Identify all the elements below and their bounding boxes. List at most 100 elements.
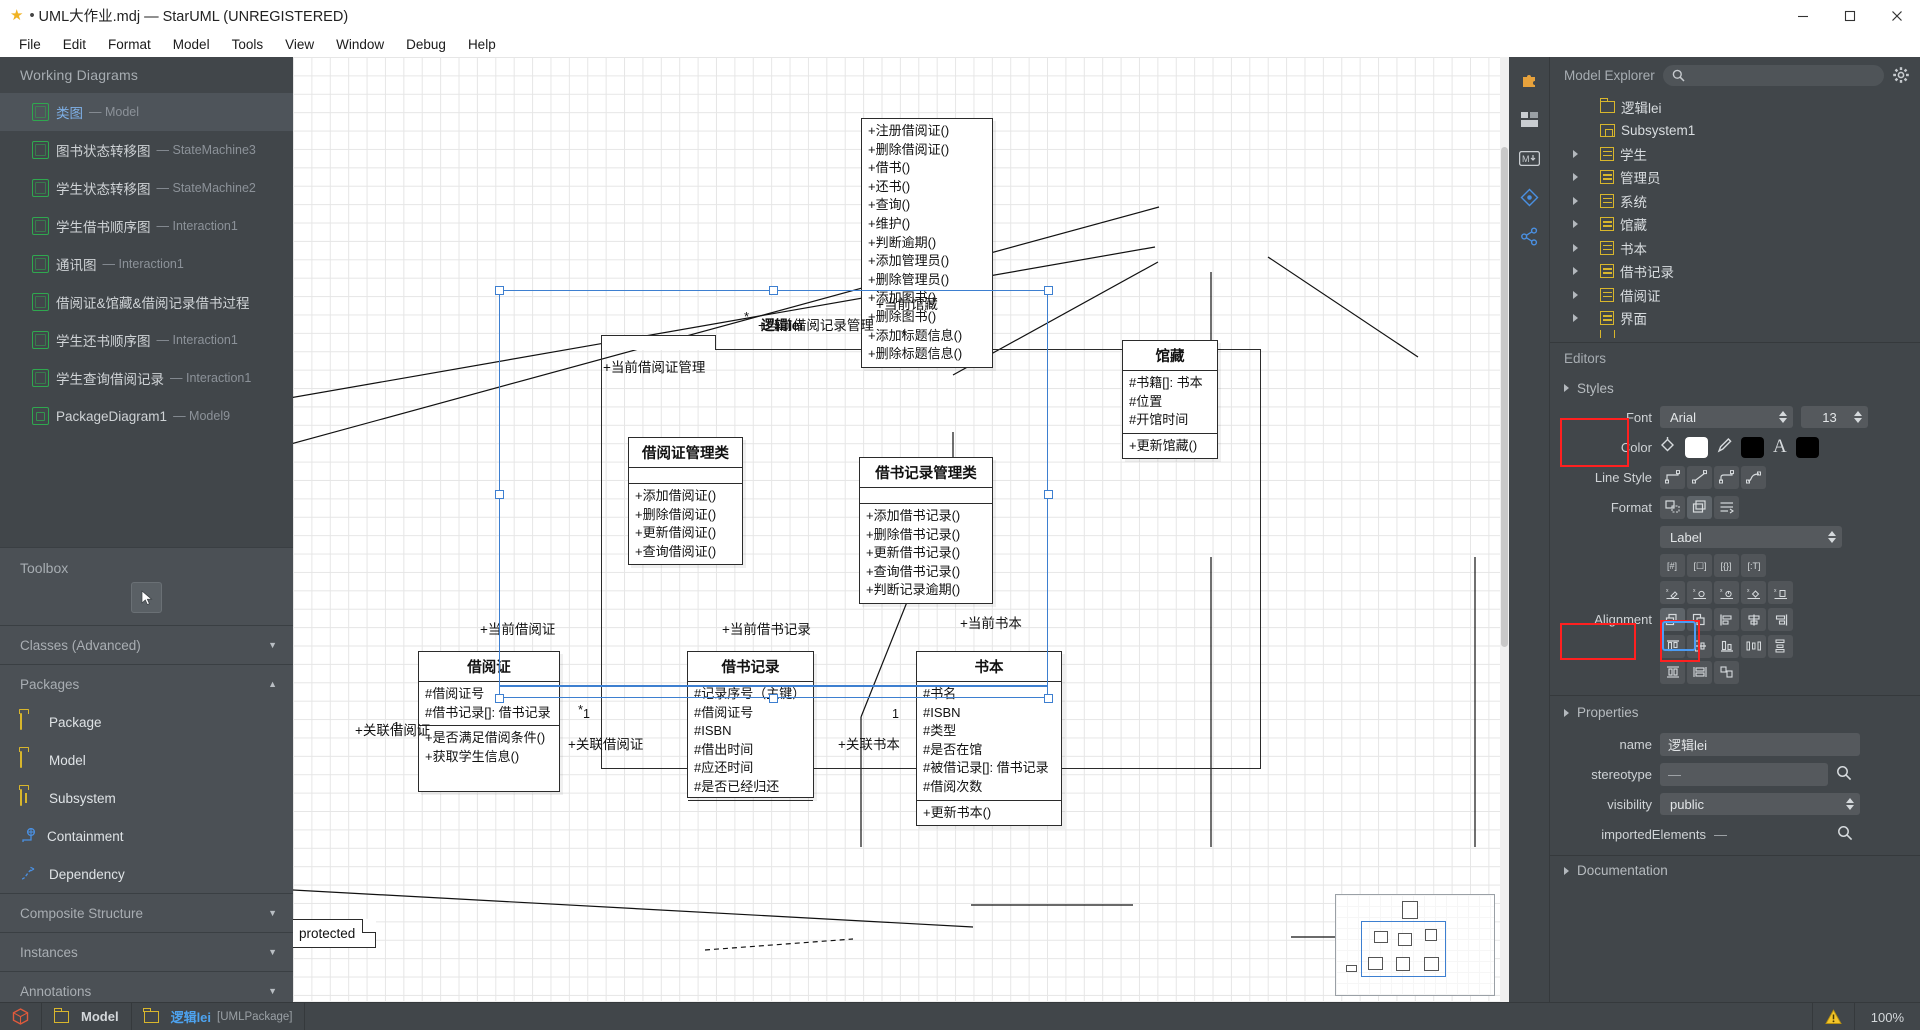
chevron-right-icon[interactable] (1568, 173, 1582, 182)
canvas-vertical-scrollbar[interactable] (1500, 57, 1509, 1010)
align-left-button[interactable] (1714, 608, 1739, 631)
selection-handle-tr[interactable] (1044, 286, 1053, 295)
fill-color-swatch[interactable] (1685, 436, 1708, 458)
minimize-button[interactable] (1779, 0, 1826, 31)
visibility-select[interactable]: public (1660, 793, 1860, 815)
send-to-back-button[interactable] (1660, 608, 1685, 631)
search-input[interactable] (1662, 64, 1884, 86)
tree-item-subsystem1[interactable]: Subsystem1 (1550, 119, 1920, 143)
tree-item-system[interactable]: 系统 (1550, 189, 1920, 213)
status-warning[interactable] (1813, 1003, 1854, 1030)
tree-item-student[interactable]: 学生 (1550, 142, 1920, 166)
styles-accordion[interactable]: Styles (1550, 374, 1920, 402)
panels-grid-icon[interactable] (1514, 104, 1544, 134)
same-size-button[interactable] (1714, 660, 1739, 684)
name-input[interactable]: 逻辑lei (1660, 732, 1860, 756)
selection-handle-tm[interactable] (769, 286, 778, 295)
diagram-item-classdiagram[interactable]: 类图 — Model (0, 93, 293, 131)
diagram-item-card-stock-record[interactable]: 借阅证&馆藏&借阅记录借书过程 (0, 283, 293, 321)
markdown-icon[interactable]: M (1514, 143, 1544, 173)
tool-subsystem[interactable]: Subsystem (0, 779, 293, 817)
chevron-right-icon[interactable] (1568, 267, 1582, 276)
suppress-qualities-button[interactable]: x (1741, 581, 1766, 604)
selection-handle-bm[interactable] (769, 694, 778, 703)
tool-dependency[interactable]: Dependency (0, 855, 293, 893)
chevron-right-icon[interactable] (1568, 196, 1582, 205)
diagram-item-query-records[interactable]: 学生查询借阅记录 — Interaction1 (0, 359, 293, 397)
selection-handle-tl[interactable] (495, 286, 504, 295)
selection-handle-ml[interactable] (495, 490, 504, 499)
font-family-select[interactable]: Arial (1660, 406, 1793, 428)
class-box-card-manager[interactable]: 借阅证管理类 +添加借阅证() +删除借阅证() +更新借阅证() +查询借阅证… (628, 437, 743, 566)
selection-handle-bl[interactable] (495, 694, 504, 703)
bring-to-front-button[interactable] (1687, 608, 1712, 631)
line-color-swatch[interactable] (1741, 436, 1764, 458)
tool-package[interactable]: Package (0, 703, 293, 741)
menu-model[interactable]: Model (162, 34, 221, 55)
maximize-button[interactable] (1826, 0, 1873, 31)
auto-resize-button[interactable] (1660, 495, 1685, 519)
diagram-item-return-sequence[interactable]: 学生还书顺序图 — Interaction1 (0, 321, 293, 359)
suppress-ports-button[interactable]: x (1768, 581, 1793, 604)
tree-item-book[interactable]: 书本 (1550, 236, 1920, 260)
suppress-attributes-button[interactable]: x (1660, 581, 1685, 604)
class-box-collection[interactable]: 馆藏 #书籍[]: 书本 #位置 #开馆时间 +更新馆藏() (1122, 340, 1218, 460)
tree-item-partial[interactable] (1550, 330, 1920, 338)
text-color-swatch[interactable] (1795, 436, 1819, 458)
tool-model[interactable]: Model (0, 741, 293, 779)
diamond-node-icon[interactable] (1514, 182, 1544, 212)
tool-containment[interactable]: Containment (0, 817, 293, 855)
show-template-button[interactable]: [:T] (1741, 554, 1766, 577)
suppress-receptions-button[interactable]: x (1714, 581, 1739, 604)
line-style-curve-button[interactable] (1741, 465, 1766, 489)
distribute-vertically-button[interactable] (1768, 634, 1793, 658)
properties-accordion[interactable]: Properties (1550, 695, 1920, 729)
show-compartment-button[interactable]: [☐] (1687, 554, 1712, 577)
align-center-button[interactable] (1741, 608, 1766, 631)
documentation-accordion[interactable]: Documentation (1550, 855, 1920, 885)
chevron-right-icon[interactable] (1568, 220, 1582, 229)
status-model-breadcrumb[interactable]: Model (42, 1003, 131, 1030)
menu-file[interactable]: File (8, 34, 52, 55)
same-width-button[interactable] (1687, 660, 1712, 684)
align-bottom-button[interactable] (1714, 634, 1739, 658)
class-box-borrow-record[interactable]: 借书记录 #记录序号（主键） #借阅证号 #ISBN #借出时间 #应还时间 #… (687, 651, 814, 801)
note-protected[interactable]: protected (293, 919, 376, 948)
menu-view[interactable]: View (274, 34, 325, 55)
show-operation-button[interactable]: [{}] (1714, 554, 1739, 577)
minimap-viewport[interactable] (1361, 921, 1446, 977)
stereotype-search-icon[interactable] (1836, 765, 1852, 784)
extension-puzzle-icon[interactable] (1514, 65, 1544, 95)
zoom-level[interactable]: 100% (1855, 1010, 1920, 1025)
label-visibility-select[interactable]: Label (1660, 526, 1842, 548)
status-package-breadcrumb[interactable]: 逻辑lei [UMLPackage] (132, 1003, 305, 1030)
pencil-icon[interactable] (1716, 436, 1733, 458)
class-box-system[interactable]: +注册借阅证() +删除借阅证() +借书() +还书() +查询() +维护(… (861, 118, 993, 368)
menu-window[interactable]: Window (325, 34, 395, 55)
toolbox-section-classes-advanced[interactable]: Classes (Advanced) ▼ (0, 625, 293, 664)
menu-help[interactable]: Help (457, 34, 507, 55)
class-box-record-manager[interactable]: 借书记录管理类 +添加借书记录() +删除借书记录() +更新借书记录() +查… (859, 457, 993, 604)
diagram-item-student-state[interactable]: 学生状态转移图 — StateMachine2 (0, 169, 293, 207)
cursor-arrow-icon[interactable] (131, 582, 162, 613)
word-wrap-button[interactable] (1714, 495, 1739, 519)
diagram-item-communication[interactable]: 通讯图 — Interaction1 (0, 245, 293, 283)
fill-bucket-icon[interactable] (1660, 436, 1677, 458)
chevron-right-icon[interactable] (1568, 243, 1582, 252)
menu-tools[interactable]: Tools (221, 34, 275, 55)
stereotype-input[interactable]: — (1660, 762, 1828, 786)
imported-elements-search-icon[interactable] (1837, 825, 1853, 844)
tree-item-borrow-card[interactable]: 借阅证 (1550, 283, 1920, 307)
menu-edit[interactable]: Edit (52, 34, 97, 55)
tree-item-administrator[interactable]: 管理员 (1550, 166, 1920, 190)
suppress-operations-button[interactable]: x (1687, 581, 1712, 604)
diagram-item-packagediagram1[interactable]: PackageDiagram1 — Model9 (0, 397, 293, 435)
class-box-borrow-card[interactable]: 借阅证 #借阅证号 #借书记录[]: 借书记录 +是否满足借阅条件() +获取学… (418, 651, 560, 792)
gear-icon[interactable] (1892, 66, 1910, 84)
chevron-right-icon[interactable] (1568, 314, 1582, 323)
line-style-oblique-button[interactable] (1687, 465, 1712, 489)
align-top-button[interactable] (1660, 634, 1685, 658)
selection-handle-br[interactable] (1044, 694, 1053, 703)
menu-format[interactable]: Format (97, 34, 162, 55)
selection-handle-mr[interactable] (1044, 490, 1053, 499)
